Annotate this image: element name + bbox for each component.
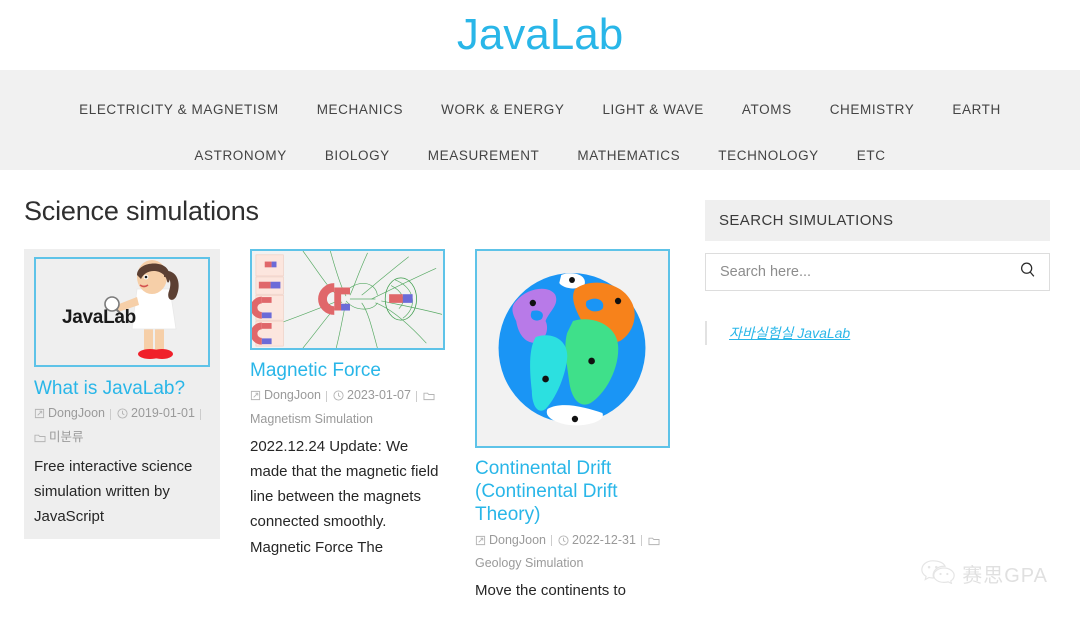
clock-icon — [333, 387, 344, 409]
nav-item-electricity-magnetism[interactable]: ELECTRICITY & MAGNETISM — [60, 102, 298, 117]
card-date: 2019-01-01 — [131, 406, 195, 421]
card-date: 2022-12-31 — [572, 532, 636, 547]
card-meta: DongJoon 2023-01-07 Magnetism Simulation — [250, 385, 445, 431]
clock-icon — [117, 405, 128, 427]
card-meta: DongJoon 2019-01-01 미분류 — [34, 403, 210, 451]
thumbnail-magnetic-force[interactable] — [250, 249, 445, 350]
nav-item-mechanics[interactable]: MECHANICS — [298, 102, 422, 117]
nav-item-biology[interactable]: BIOLOGY — [306, 148, 409, 163]
nav-item-technology[interactable]: TECHNOLOGY — [699, 148, 838, 163]
search-widget-title: SEARCH SIMULATIONS — [705, 200, 1050, 241]
meta-divider — [415, 390, 417, 402]
author-icon — [250, 387, 261, 409]
folder-icon — [648, 532, 660, 554]
nav-item-light-wave[interactable]: LIGHT & WAVE — [583, 102, 722, 117]
site-header: JavaLab — [0, 0, 1080, 70]
meta-divider — [110, 408, 111, 420]
javalab-korean-link[interactable]: 자바실험실 JavaLab — [729, 325, 850, 341]
card-author: DongJoon — [48, 406, 105, 421]
card-title-link[interactable]: What is JavaLab? — [34, 377, 210, 400]
search-input[interactable] — [718, 263, 1019, 281]
card-continental-drift[interactable]: Continental Drift (Continental Drift The… — [475, 249, 670, 604]
meta-divider — [199, 408, 201, 420]
card-author: DongJoon — [489, 532, 546, 547]
thumbnail-continental-drift[interactable] — [475, 249, 670, 448]
search-box[interactable] — [705, 253, 1050, 291]
card-what-is-javalab[interactable]: JavaLab What is JavaLab? DongJoon 2019-0… — [24, 249, 220, 540]
content-column: Science simulations JavaLab What is Java… — [0, 170, 700, 604]
card-excerpt: 2022.12.24 Update: We made that the magn… — [250, 437, 439, 556]
clock-icon — [558, 532, 569, 554]
author-icon — [34, 405, 45, 427]
card-author: DongJoon — [264, 388, 321, 403]
thumbnail-label-javalab: JavaLab — [62, 307, 136, 328]
card-category[interactable]: Magnetism Simulation — [250, 412, 373, 426]
folder-icon — [34, 429, 46, 451]
card-title-link[interactable]: Continental Drift (Continental Drift The… — [475, 457, 670, 527]
nav-item-work-energy[interactable]: WORK & ENERGY — [422, 102, 583, 117]
page-body: Science simulations JavaLab What is Java… — [0, 170, 1080, 604]
card-meta: DongJoon 2022-12-31 Geology Simulation — [475, 530, 670, 576]
meta-divider — [640, 535, 642, 547]
globe-illustration — [477, 251, 668, 446]
nav-item-mathematics[interactable]: MATHEMATICS — [558, 148, 699, 163]
nav-item-earth[interactable]: EARTH — [933, 102, 1020, 117]
card-category[interactable]: 미분류 — [49, 430, 84, 444]
card-category[interactable]: Geology Simulation — [475, 556, 583, 570]
folder-icon — [423, 387, 435, 409]
card-magnetic-force[interactable]: Magnetic Force DongJoon 2023-01-07 Magne… — [250, 249, 445, 560]
main-navigation: ELECTRICITY & MAGNETISM MECHANICS WORK &… — [0, 70, 1080, 170]
card-excerpt: Move the continents to — [475, 582, 626, 600]
nav-item-chemistry[interactable]: CHEMISTRY — [811, 102, 934, 117]
page-title: Science simulations — [24, 196, 259, 226]
simulation-card-grid: JavaLab What is JavaLab? DongJoon 2019-0… — [24, 249, 700, 604]
site-quote-block: 자바실험실 JavaLab — [705, 321, 1050, 345]
thumbnail-what-is-javalab[interactable]: JavaLab — [34, 257, 210, 367]
nav-item-atoms[interactable]: ATOMS — [723, 102, 811, 117]
card-title-link[interactable]: Magnetic Force — [250, 359, 445, 382]
site-title[interactable]: JavaLab — [457, 13, 623, 57]
nav-item-etc[interactable]: ETC — [838, 148, 905, 163]
nav-item-measurement[interactable]: MEASUREMENT — [409, 148, 559, 163]
author-icon — [475, 532, 486, 554]
meta-divider — [326, 390, 327, 402]
magnetic-field-illustration — [252, 251, 443, 348]
card-date: 2023-01-07 — [347, 388, 411, 403]
nav-item-astronomy[interactable]: ASTRONOMY — [175, 148, 305, 163]
meta-divider — [551, 535, 552, 547]
sidebar: SEARCH SIMULATIONS 자바실험실 JavaLab — [700, 170, 1080, 345]
search-icon[interactable] — [1019, 261, 1037, 284]
nav-row-primary: ELECTRICITY & MAGNETISM MECHANICS WORK &… — [0, 86, 1080, 132]
card-excerpt: Free interactive science simulation writ… — [34, 457, 193, 526]
